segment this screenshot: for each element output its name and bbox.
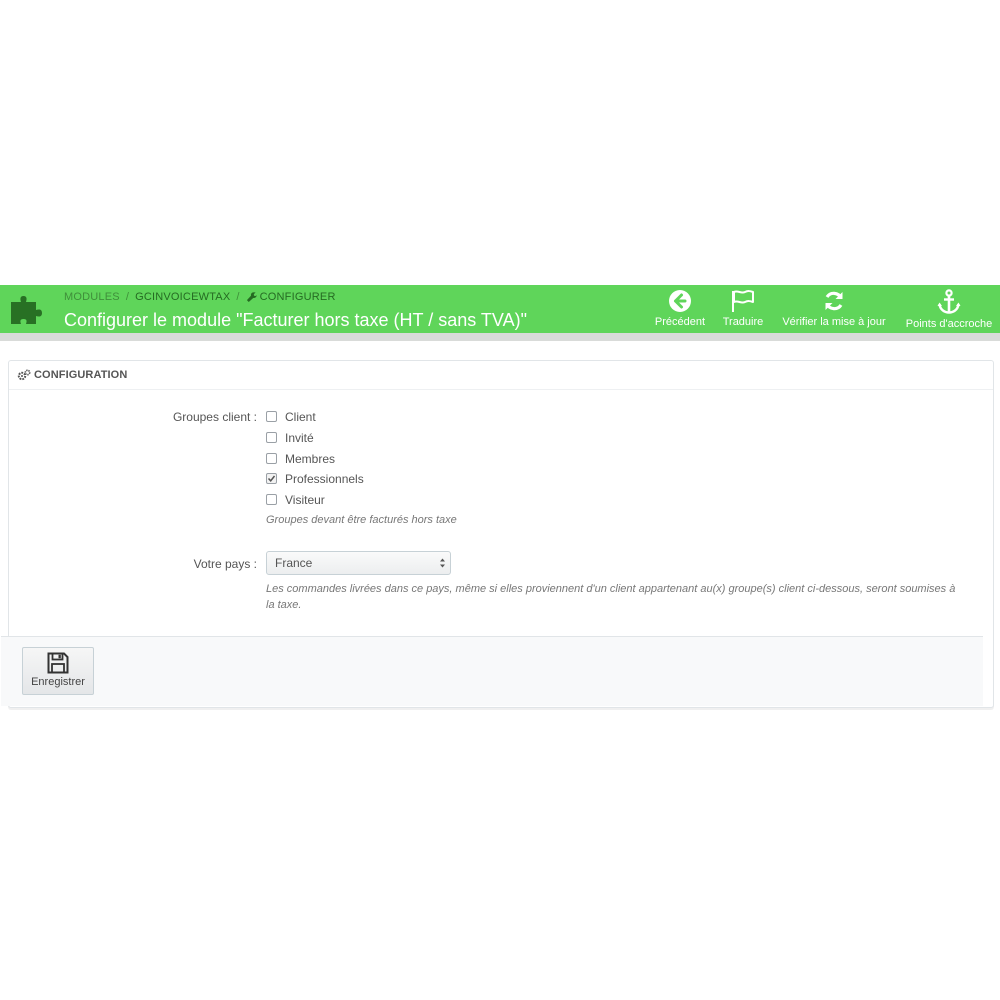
hooks-button[interactable]: Points d'accroche: [900, 287, 998, 331]
checkbox[interactable]: [266, 494, 277, 505]
breadcrumb-module-name[interactable]: GCINVOICEWTAX: [135, 291, 230, 303]
checkbox[interactable]: [266, 453, 277, 464]
checkbox-label: Client: [285, 410, 316, 424]
country-select[interactable]: France: [266, 551, 451, 575]
gears-icon: [17, 369, 31, 381]
checkmark-icon: [267, 475, 276, 482]
checkbox-label: Professionnels: [285, 472, 364, 486]
panel-footer: [1, 636, 983, 706]
country-help-text: Les commandes livrées dans ce pays, même…: [266, 583, 956, 611]
translate-button-label: Traduire: [722, 316, 764, 328]
checkbox-checked[interactable]: [266, 473, 277, 484]
back-button[interactable]: Précédent: [650, 287, 710, 331]
group-checkbox-invite[interactable]: Invité: [266, 430, 314, 446]
group-checkbox-professionnels[interactable]: Professionnels: [266, 471, 364, 487]
breadcrumb: MODULES / GCINVOICEWTAX / CONFIGURER: [64, 291, 336, 303]
flag-icon: [732, 290, 754, 312]
floppy-disk-icon: [47, 652, 69, 674]
breadcrumb-configure: CONFIGURER: [259, 291, 336, 303]
save-button-label: Enregistrer: [31, 676, 85, 688]
check-update-button[interactable]: Vérifier la mise à jour: [776, 287, 892, 331]
page-title: Configurer le module "Facturer hors taxe…: [64, 310, 527, 330]
checkbox[interactable]: [266, 432, 277, 443]
groups-label: Groupes client :: [172, 410, 257, 424]
hooks-button-label: Points d'accroche: [905, 318, 993, 330]
arrow-left-circle-icon: [669, 290, 691, 312]
country-label: Votre pays :: [193, 557, 257, 571]
group-checkbox-client[interactable]: Client: [266, 409, 316, 425]
select-arrows-icon: [440, 558, 445, 568]
header-divider: [0, 333, 1000, 341]
wrench-icon: [246, 292, 257, 302]
back-button-label: Précédent: [654, 316, 706, 328]
group-checkbox-visiteur[interactable]: Visiteur: [266, 492, 325, 508]
check-update-button-label: Vérifier la mise à jour: [782, 316, 886, 328]
breadcrumb-modules[interactable]: MODULES: [64, 291, 120, 303]
panel-heading: CONFIGURATION: [9, 361, 993, 390]
country-select-value: France: [275, 556, 313, 570]
panel-title: CONFIGURATION: [34, 369, 128, 381]
anchor-icon: [937, 289, 961, 314]
save-button[interactable]: Enregistrer: [22, 647, 94, 695]
translate-button[interactable]: Traduire: [716, 287, 770, 331]
refresh-icon: [825, 291, 843, 311]
groups-help-text: Groupes devant être facturés hors taxe: [266, 514, 457, 526]
puzzle-piece-icon: [11, 296, 42, 324]
checkbox-label: Visiteur: [285, 493, 325, 507]
group-checkbox-membres[interactable]: Membres: [266, 451, 335, 467]
checkbox-label: Invité: [285, 431, 314, 445]
checkbox-label: Membres: [285, 452, 336, 466]
checkbox[interactable]: [266, 411, 277, 422]
